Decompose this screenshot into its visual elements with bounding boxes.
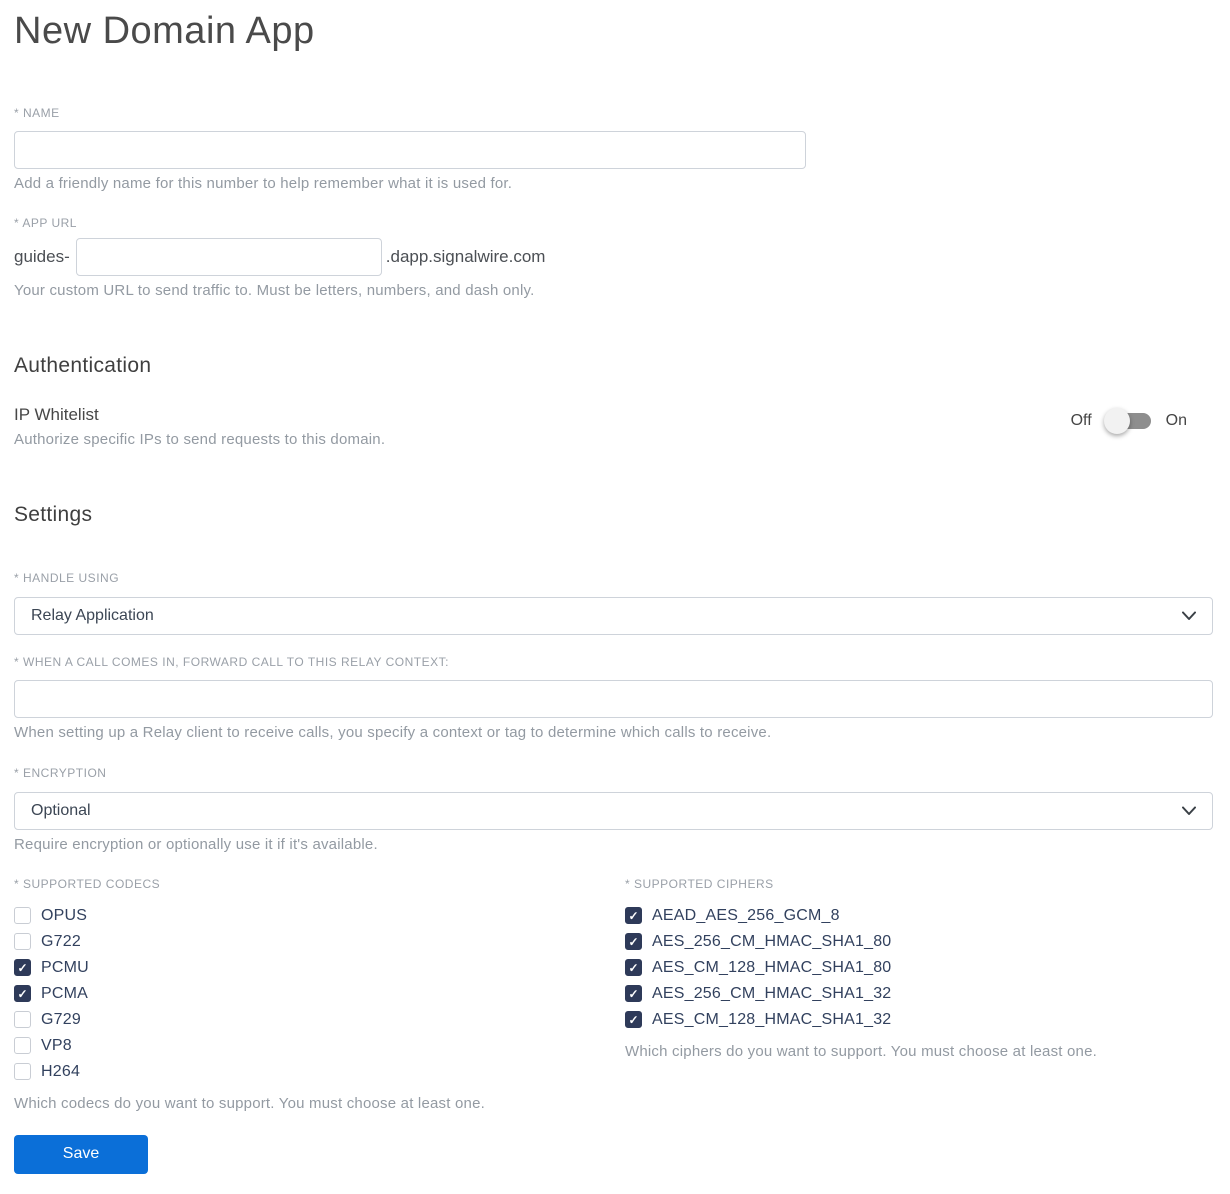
handle-using-select[interactable]: Relay Application [14, 596, 1213, 635]
cipher-option-label: AES_CM_128_HMAC_SHA1_80 [652, 958, 892, 976]
codecs-label: * SUPPORTED CODECS [14, 876, 161, 891]
codec-option[interactable]: OPUS [14, 903, 625, 929]
app-url-helper: Your custom URL to send traffic to. Must… [14, 281, 535, 299]
checkbox-icon[interactable] [14, 959, 31, 977]
app-url-prefix: guides- [14, 246, 70, 266]
relay-context-input[interactable] [14, 679, 1213, 718]
toggle-knob [1103, 407, 1130, 434]
codec-option-label: H264 [41, 1062, 81, 1080]
cipher-option-label: AES_256_CM_HMAC_SHA1_32 [652, 984, 892, 1002]
save-button[interactable]: Save [14, 1134, 148, 1174]
ciphers-label: * SUPPORTED CIPHERS [625, 876, 774, 891]
app-url-field-group: * APP URL guides- .dapp.signalwire.com Y… [14, 216, 1213, 299]
chevron-down-icon [1182, 611, 1196, 620]
cipher-list: AEAD_AES_256_GCM_8 AES_256_CM_HMAC_SHA1_… [625, 903, 1213, 1033]
ip-whitelist-label: IP Whitelist [14, 404, 99, 424]
codec-option-label: PCMU [41, 958, 89, 976]
codec-option[interactable]: G722 [14, 929, 625, 955]
checkbox-icon[interactable] [14, 1063, 31, 1081]
checkbox-icon[interactable] [625, 907, 642, 925]
page-title: New Domain App [14, 10, 315, 52]
name-input[interactable] [14, 130, 806, 169]
chevron-down-icon [1182, 806, 1196, 815]
codec-option[interactable]: VP8 [14, 1033, 625, 1059]
checkbox-icon[interactable] [14, 933, 31, 951]
checkbox-icon[interactable] [625, 933, 642, 951]
encryption-helper: Require encryption or optionally use it … [14, 835, 378, 853]
ip-whitelist-helper: Authorize specific IPs to send requests … [14, 430, 386, 448]
encryption-select[interactable]: Optional [14, 791, 1213, 830]
codec-option[interactable]: G729 [14, 1007, 625, 1033]
codec-option-label: PCMA [41, 984, 89, 1002]
codec-option-label: G722 [41, 932, 81, 950]
encryption-label: * ENCRYPTION [14, 765, 107, 780]
name-helper: Add a friendly name for this number to h… [14, 174, 513, 192]
codecs-ciphers-columns: * SUPPORTED CODECS OPUS G722 ✓ PCMU ✓ PC… [14, 877, 1213, 1112]
codec-option[interactable]: PCMU [14, 955, 625, 981]
toggle-off-label: Off [1070, 411, 1092, 429]
ciphers-helper: Which ciphers do you want to support. Yo… [625, 1042, 1098, 1060]
settings-heading: Settings [14, 502, 93, 526]
app-url-row: guides- .dapp.signalwire.com [14, 237, 1213, 276]
codecs-helper: Which codecs do you want to support. You… [14, 1094, 485, 1112]
encryption-value: Optional [31, 801, 91, 819]
codec-option[interactable]: H264 [14, 1059, 625, 1085]
name-label: * NAME [14, 105, 60, 120]
checkbox-icon[interactable] [625, 959, 642, 977]
app-url-label: * APP URL [14, 215, 77, 230]
authentication-heading: Authentication [14, 353, 152, 377]
cipher-option[interactable]: AES_256_CM_HMAC_SHA1_80 [625, 929, 1213, 955]
checkbox-icon[interactable] [14, 985, 31, 1003]
new-domain-app-form: New Domain App * NAME Add a friendly nam… [0, 0, 1230, 1194]
app-url-input[interactable] [75, 237, 382, 276]
codec-list: OPUS G722 PCMU PCMA [14, 903, 625, 1085]
ip-whitelist-toggle-group: Off On [1070, 407, 1213, 434]
cipher-option-label: AEAD_AES_256_GCM_8 [652, 906, 840, 924]
handle-using-value: Relay Application [31, 606, 154, 624]
handle-using-label: * HANDLE USING [14, 570, 120, 585]
codecs-column: * SUPPORTED CODECS OPUS G722 ✓ PCMU ✓ PC… [14, 877, 625, 1112]
app-url-suffix: .dapp.signalwire.com [385, 246, 546, 266]
checkbox-icon[interactable] [14, 1037, 31, 1055]
codec-option-label: G729 [41, 1010, 81, 1028]
codec-option-label: VP8 [41, 1036, 72, 1054]
cipher-option[interactable]: AES_CM_128_HMAC_SHA1_32 [625, 1007, 1213, 1033]
checkbox-icon[interactable] [14, 907, 31, 925]
handle-using-group: * HANDLE USING Relay Application [14, 571, 1213, 635]
relay-context-helper: When setting up a Relay client to receiv… [14, 723, 772, 741]
relay-context-label: * WHEN A CALL COMES IN, FORWARD CALL TO … [14, 654, 449, 669]
ip-whitelist-row: IP Whitelist Authorize specific IPs to s… [14, 405, 1213, 448]
ciphers-column: * SUPPORTED CIPHERS AEAD_AES_256_GCM_8 A… [625, 877, 1213, 1112]
cipher-option[interactable]: AES_CM_128_HMAC_SHA1_80 [625, 955, 1213, 981]
relay-context-group: * WHEN A CALL COMES IN, FORWARD CALL TO … [14, 655, 1213, 741]
checkbox-icon[interactable] [14, 1011, 31, 1029]
ip-whitelist-text: IP Whitelist Authorize specific IPs to s… [14, 405, 385, 448]
codec-option-label: OPUS [41, 906, 88, 924]
cipher-option-label: AES_CM_128_HMAC_SHA1_32 [652, 1010, 892, 1028]
cipher-option-label: AES_256_CM_HMAC_SHA1_80 [652, 932, 892, 950]
encryption-group: * ENCRYPTION Optional Require encryption… [14, 766, 1213, 853]
ip-whitelist-toggle[interactable] [1103, 407, 1151, 434]
checkbox-icon[interactable] [625, 985, 642, 1003]
cipher-option[interactable]: AES_256_CM_HMAC_SHA1_32 [625, 981, 1213, 1007]
toggle-on-label: On [1165, 411, 1187, 429]
checkbox-icon[interactable] [625, 1011, 642, 1029]
cipher-option[interactable]: AEAD_AES_256_GCM_8 [625, 903, 1213, 929]
name-field-group: * NAME Add a friendly name for this numb… [14, 106, 1213, 192]
codec-option[interactable]: PCMA [14, 981, 625, 1007]
